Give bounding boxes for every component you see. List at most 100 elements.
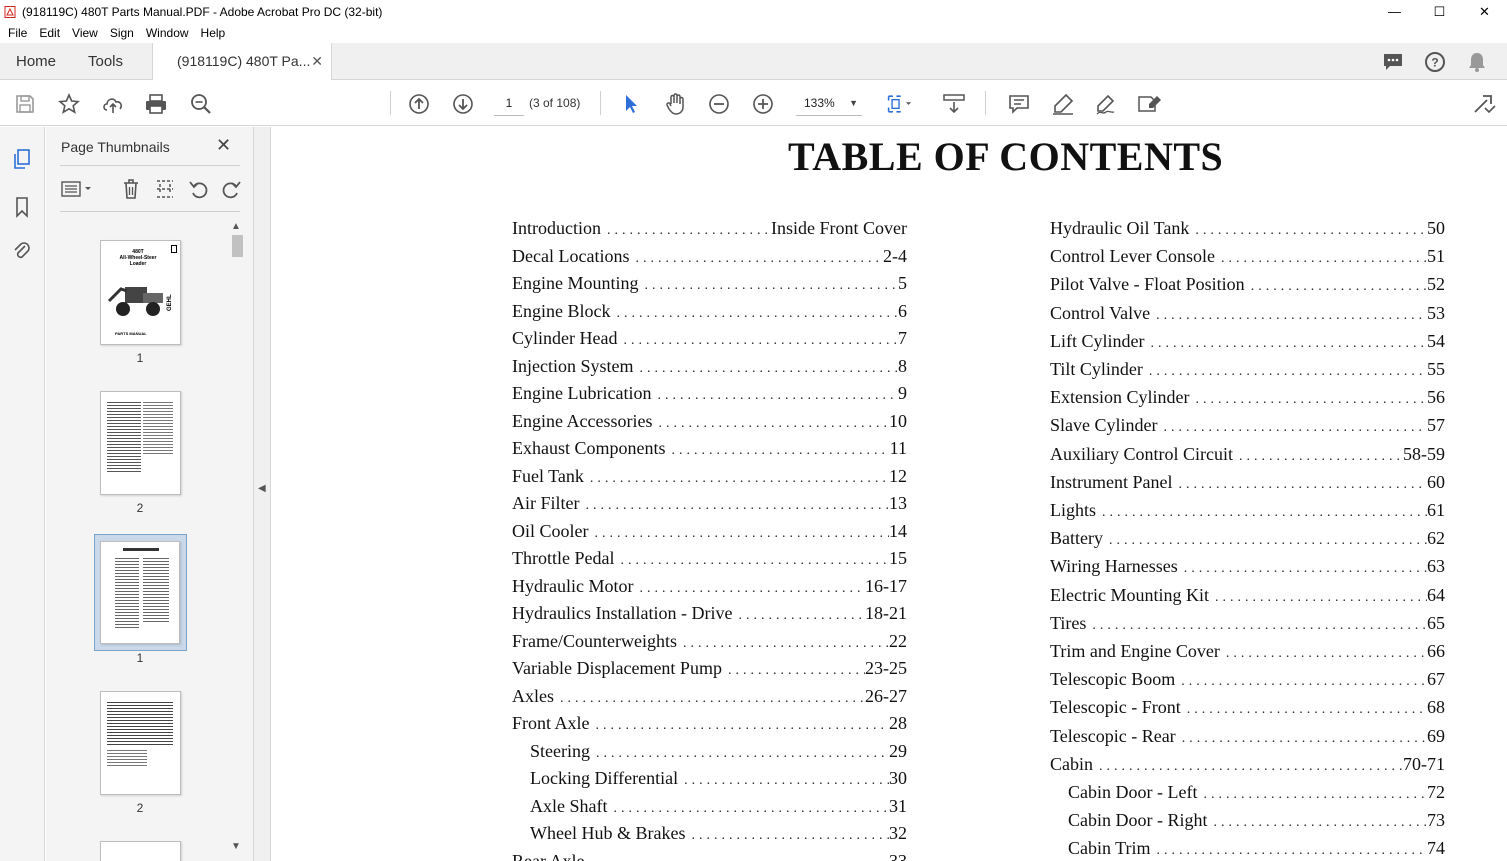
toc-entry[interactable]: Wheel Hub & Brakes......................…: [530, 823, 907, 847]
toc-entry[interactable]: Cabin Door - Right......................…: [1068, 810, 1445, 834]
toc-entry[interactable]: Air Filter..............................…: [512, 493, 907, 517]
page-thumbnail[interactable]: 480T All-Wheel-Steer Loader PARTS MANUAL…: [100, 240, 181, 345]
bookmark-star-icon[interactable]: [56, 91, 82, 117]
tab-document[interactable]: (918119C) 480T Pa... ✕: [152, 43, 332, 80]
toc-entry[interactable]: Engine Lubrication......................…: [512, 383, 907, 407]
toc-entry[interactable]: Tires...................................…: [1050, 613, 1445, 637]
fill-sign-icon[interactable]: [1137, 91, 1163, 117]
zoom-out-icon[interactable]: [706, 91, 732, 117]
zoom-search-icon[interactable]: [188, 91, 214, 117]
toc-entry[interactable]: Hydraulic Oil Tank......................…: [1050, 218, 1445, 242]
highlight-pen-icon[interactable]: [1050, 91, 1076, 117]
scroll-mode-icon[interactable]: [941, 91, 967, 117]
hand-pan-icon[interactable]: [662, 91, 688, 117]
scroll-up-icon[interactable]: ▲: [231, 221, 241, 232]
upload-cloud-icon[interactable]: [100, 91, 126, 117]
toc-entry[interactable]: Lights..................................…: [1050, 500, 1445, 524]
toc-entry[interactable]: Fuel Tank...............................…: [512, 466, 907, 490]
add-comment-icon[interactable]: [1006, 91, 1032, 117]
toc-entry[interactable]: Trim and Engine Cover...................…: [1050, 641, 1445, 665]
tab-tools[interactable]: Tools: [88, 43, 123, 80]
toc-entry[interactable]: Cylinder Head...........................…: [512, 328, 907, 352]
zoom-level-select[interactable]: 133% ▼: [796, 90, 862, 116]
toc-entry[interactable]: Variable Displacement Pump..............…: [512, 658, 907, 682]
rotate-clockwise-icon[interactable]: [219, 177, 243, 201]
toc-entry[interactable]: Cabin Trim..............................…: [1068, 838, 1445, 861]
minimize-button[interactable]: —: [1372, 0, 1417, 23]
toc-entry[interactable]: Extension Cylinder......................…: [1050, 387, 1445, 411]
rotate-counterclockwise-icon[interactable]: [187, 177, 211, 201]
toc-entry[interactable]: Auxiliary Control Circuit...............…: [1050, 444, 1445, 468]
save-icon[interactable]: [12, 91, 38, 117]
tab-home[interactable]: Home: [16, 43, 56, 80]
attachments-paperclip-icon[interactable]: [10, 240, 34, 264]
toc-entry[interactable]: Telescopic Boom.........................…: [1050, 669, 1445, 693]
toc-entry[interactable]: Tilt Cylinder...........................…: [1050, 359, 1445, 383]
page-number-input[interactable]: 1: [494, 90, 524, 116]
toc-entry[interactable]: Cabin...................................…: [1050, 754, 1445, 778]
toc-entry[interactable]: Engine Block............................…: [512, 301, 907, 325]
toc-entry[interactable]: Oil Cooler..............................…: [512, 521, 907, 545]
toc-entry[interactable]: Lift Cylinder...........................…: [1050, 331, 1445, 355]
toc-entry[interactable]: Pilot Valve - Float Position............…: [1050, 274, 1445, 298]
toc-entry[interactable]: Telescopic - Front......................…: [1050, 697, 1445, 721]
maximize-button[interactable]: ☐: [1417, 0, 1462, 23]
toc-entry[interactable]: Injection System........................…: [512, 356, 907, 380]
print-icon[interactable]: [143, 91, 169, 117]
menu-edit[interactable]: Edit: [39, 26, 60, 40]
zoom-in-icon[interactable]: [750, 91, 776, 117]
toc-entry[interactable]: Axle Shaft..............................…: [530, 796, 907, 820]
page-thumbnail[interactable]: [100, 691, 181, 795]
next-page-icon[interactable]: [450, 91, 476, 117]
toc-entry[interactable]: Steering................................…: [530, 741, 907, 765]
menu-view[interactable]: View: [72, 26, 98, 40]
toc-entry[interactable]: Hydraulics Installation - Drive.........…: [512, 603, 907, 627]
scrollbar-thumb[interactable]: [232, 235, 243, 257]
toc-entry[interactable]: Axles...................................…: [512, 686, 907, 710]
collapse-panel-icon[interactable]: ◀: [258, 483, 266, 494]
toc-entry[interactable]: Rear Axle...............................…: [512, 851, 907, 861]
menu-help[interactable]: Help: [201, 26, 226, 40]
sign-pen-icon[interactable]: [1093, 91, 1119, 117]
toc-entry[interactable]: Engine Accessories......................…: [512, 411, 907, 435]
toc-entry[interactable]: Exhaust Components......................…: [512, 438, 907, 462]
notification-bell-icon[interactable]: [1465, 50, 1489, 74]
toc-entry[interactable]: Introduction............................…: [512, 218, 907, 242]
toc-entry[interactable]: Wiring Harnesses........................…: [1050, 556, 1445, 580]
window-close-button[interactable]: ✕: [1462, 0, 1507, 23]
toc-entry[interactable]: Cabin Door - Left.......................…: [1068, 782, 1445, 806]
panel-splitter[interactable]: ◀: [254, 127, 271, 861]
delete-trash-icon[interactable]: [119, 177, 143, 201]
toc-entry[interactable]: Front Axle..............................…: [512, 713, 907, 737]
toc-entry[interactable]: Engine Mounting.........................…: [512, 273, 907, 297]
page-thumbnail[interactable]: [100, 391, 181, 495]
menu-file[interactable]: File: [8, 26, 27, 40]
page-thumbnail[interactable]: [100, 841, 181, 861]
menu-sign[interactable]: Sign: [110, 26, 134, 40]
panel-close-icon[interactable]: ✕: [216, 135, 231, 156]
select-cursor-icon[interactable]: [618, 91, 644, 117]
tab-close-icon[interactable]: ✕: [311, 43, 323, 80]
page-thumbnail-selected[interactable]: [100, 541, 180, 644]
previous-page-icon[interactable]: [406, 91, 432, 117]
page-fit-icon[interactable]: [886, 91, 912, 117]
toc-entry[interactable]: Instrument Panel........................…: [1050, 472, 1445, 496]
comment-icon[interactable]: [1381, 50, 1405, 74]
menu-window[interactable]: Window: [146, 26, 189, 40]
toc-entry[interactable]: Throttle Pedal..........................…: [512, 548, 907, 572]
extract-pages-icon[interactable]: [153, 177, 177, 201]
toc-entry[interactable]: Control Lever Console...................…: [1050, 246, 1445, 270]
bookmarks-icon[interactable]: [10, 195, 34, 219]
toc-entry[interactable]: Slave Cylinder..........................…: [1050, 415, 1445, 439]
toc-entry[interactable]: Battery.................................…: [1050, 528, 1445, 552]
scroll-down-icon[interactable]: ▼: [231, 841, 241, 852]
toc-entry[interactable]: Decal Locations.........................…: [512, 246, 907, 270]
help-icon[interactable]: ?: [1423, 50, 1447, 74]
document-view[interactable]: TABLE OF CONTENTS Introduction..........…: [272, 127, 1507, 861]
toc-entry[interactable]: Telescopic - Rear.......................…: [1050, 726, 1445, 750]
thumbnail-scrollbar[interactable]: ▲ ▼: [230, 219, 244, 859]
toc-entry[interactable]: Control Valve...........................…: [1050, 303, 1445, 327]
thumbnail-options-icon[interactable]: [60, 177, 94, 201]
share-link-icon[interactable]: [1471, 91, 1497, 117]
toc-entry[interactable]: Frame/Counterweights....................…: [512, 631, 907, 655]
